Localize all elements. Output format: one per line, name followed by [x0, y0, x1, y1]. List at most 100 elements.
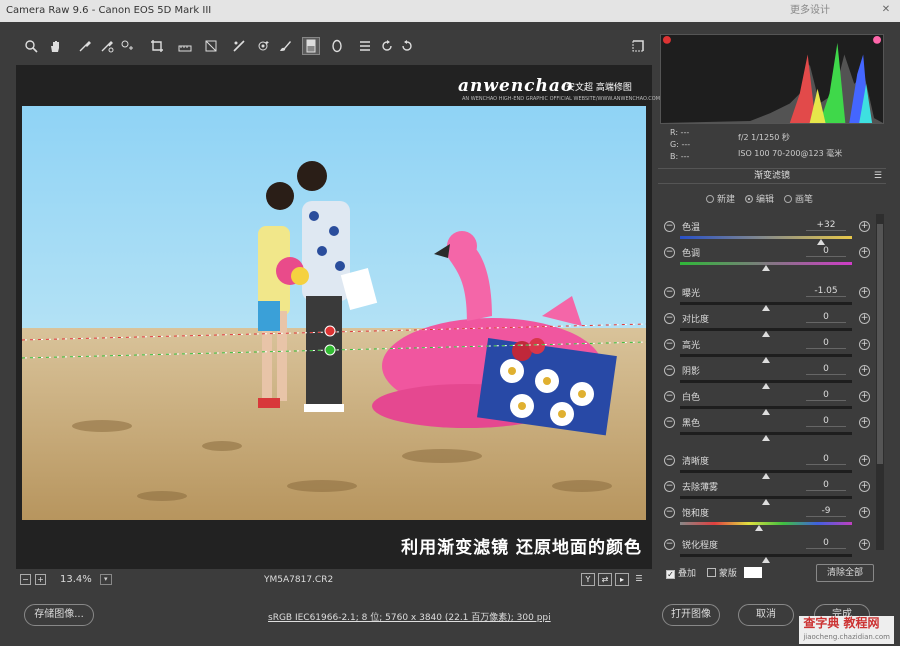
- mask-color-swatch[interactable]: [743, 567, 762, 578]
- slider-11: − 饱和度 -9 +: [658, 504, 876, 531]
- decrease-icon[interactable]: −: [664, 455, 675, 466]
- rotate-cw-icon[interactable]: [398, 37, 416, 55]
- slider-10: − 去除薄雾 0 +: [658, 478, 876, 505]
- increase-icon[interactable]: +: [859, 507, 870, 518]
- slider-thumb[interactable]: [762, 265, 770, 271]
- spot-removal-icon[interactable]: [230, 37, 248, 55]
- decrease-icon[interactable]: −: [664, 481, 675, 492]
- photo-preview[interactable]: [22, 106, 646, 520]
- mode-new[interactable]: 新建: [706, 192, 735, 205]
- hand-icon[interactable]: [46, 37, 64, 55]
- slider-4: − 对比度 0 +: [658, 310, 876, 337]
- increase-icon[interactable]: +: [859, 339, 870, 350]
- slider-5: − 高光 0 +: [658, 336, 876, 363]
- slider-label: 高光: [682, 341, 701, 351]
- decrease-icon[interactable]: −: [664, 339, 675, 350]
- slider-value[interactable]: 0: [806, 538, 846, 549]
- color-sampler-icon[interactable]: [98, 37, 116, 55]
- open-image-button[interactable]: 打开图像: [662, 604, 720, 626]
- slider-value[interactable]: -1.05: [806, 286, 846, 297]
- panel-scrollbar[interactable]: [876, 214, 884, 550]
- overlay-checkbox[interactable]: ✓ 叠加: [666, 569, 696, 579]
- decrease-icon[interactable]: −: [664, 391, 675, 402]
- toolbar: [18, 34, 650, 62]
- slider-panel: − 色温 +32 + − 色调 0 + − 曝光 -1.05 + − 对比度 0 + − 高光 0 + − 阴影 0 + − 白色…: [658, 210, 886, 563]
- save-image-button[interactable]: 存储图像...: [24, 604, 94, 626]
- slider-8: − 黑色 0 +: [658, 414, 876, 441]
- redeye-icon[interactable]: [254, 37, 272, 55]
- slider-thumb[interactable]: [762, 557, 770, 563]
- slider-thumb[interactable]: [755, 525, 764, 531]
- slider-value[interactable]: 0: [806, 416, 846, 427]
- slider-label: 锐化程度: [682, 541, 719, 551]
- decrease-icon[interactable]: −: [664, 313, 675, 324]
- increase-icon[interactable]: +: [859, 481, 870, 492]
- slider-value[interactable]: 0: [806, 364, 846, 375]
- slider-value[interactable]: 0: [806, 480, 846, 491]
- brush-icon[interactable]: [276, 37, 294, 55]
- transform-icon[interactable]: [202, 37, 220, 55]
- preferences-icon[interactable]: ☰: [632, 573, 646, 586]
- decrease-icon[interactable]: −: [664, 247, 675, 258]
- target-adjust-icon[interactable]: [118, 37, 136, 55]
- list-icon[interactable]: [356, 37, 374, 55]
- watermark-main: 查字典 教程网: [803, 616, 880, 630]
- decrease-icon[interactable]: −: [664, 221, 675, 232]
- exif-info: R: --- G: --- B: --- f/2 1/1250 秒 ISO 10…: [668, 128, 884, 164]
- crop-icon[interactable]: [148, 37, 166, 55]
- workflow-options-link[interactable]: sRGB IEC61966-2.1; 8 位; 5760 x 3840 (22.…: [268, 610, 551, 623]
- slider-thumb[interactable]: [762, 435, 770, 441]
- decrease-icon[interactable]: −: [664, 287, 675, 298]
- slider-track[interactable]: [680, 236, 852, 239]
- decrease-icon[interactable]: −: [664, 417, 675, 428]
- increase-icon[interactable]: +: [859, 365, 870, 376]
- slider-track[interactable]: [680, 522, 852, 525]
- slider-9: − 清晰度 0 +: [658, 452, 876, 479]
- radial-filter-icon[interactable]: [328, 37, 346, 55]
- increase-icon[interactable]: +: [859, 539, 870, 550]
- panel-menu-icon[interactable]: ☰: [874, 169, 882, 184]
- swap-view-icon[interactable]: ⇄: [598, 573, 612, 586]
- graduated-filter-icon[interactable]: [302, 37, 320, 55]
- mode-edit[interactable]: 编辑: [745, 192, 774, 205]
- slider-value[interactable]: -9: [806, 506, 846, 517]
- fullscreen-icon[interactable]: [630, 38, 646, 54]
- slider-value[interactable]: 0: [806, 390, 846, 401]
- window-title: Camera Raw 9.6 - Canon EOS 5D Mark III: [6, 5, 212, 16]
- watermark-url: jiaocheng.chazidian.com: [803, 633, 890, 641]
- slider-value[interactable]: +32: [806, 220, 846, 231]
- increase-icon[interactable]: +: [859, 455, 870, 466]
- close-icon[interactable]: ✕: [878, 3, 894, 17]
- increase-icon[interactable]: +: [859, 417, 870, 428]
- slider-value[interactable]: 0: [806, 312, 846, 323]
- slider-value[interactable]: 0: [806, 246, 846, 257]
- panel-header: 渐变滤镜 ☰: [658, 168, 886, 184]
- before-after-button[interactable]: Y: [581, 573, 595, 586]
- decrease-icon[interactable]: −: [664, 539, 675, 550]
- decrease-icon[interactable]: −: [664, 365, 675, 376]
- straighten-icon[interactable]: [176, 37, 194, 55]
- cancel-button[interactable]: 取消: [738, 604, 794, 626]
- clear-all-button[interactable]: 清除全部: [816, 564, 874, 582]
- slider-value[interactable]: 0: [806, 338, 846, 349]
- white-balance-icon[interactable]: [76, 37, 94, 55]
- brand-cn: 安文超 高端修图: [566, 83, 632, 93]
- mask-checkbox[interactable]: 蒙版: [706, 568, 737, 579]
- panel-title: 渐变滤镜: [753, 171, 790, 181]
- copy-settings-icon[interactable]: ▸: [615, 573, 629, 586]
- increase-icon[interactable]: +: [859, 313, 870, 324]
- zoom-dropdown[interactable]: ▾: [99, 574, 112, 585]
- increase-icon[interactable]: +: [859, 287, 870, 298]
- rgb-r: R: ---: [670, 128, 690, 137]
- zoom-out-button[interactable]: −: [20, 574, 31, 585]
- rotate-ccw-icon[interactable]: [378, 37, 396, 55]
- increase-icon[interactable]: +: [859, 247, 870, 258]
- slider-7: − 白色 0 +: [658, 388, 876, 415]
- increase-icon[interactable]: +: [859, 391, 870, 402]
- mode-brush[interactable]: 画笔: [784, 192, 813, 205]
- zoom-in-button[interactable]: +: [35, 574, 46, 585]
- decrease-icon[interactable]: −: [664, 507, 675, 518]
- zoom-icon[interactable]: [22, 37, 40, 55]
- slider-value[interactable]: 0: [806, 454, 846, 465]
- increase-icon[interactable]: +: [859, 221, 870, 232]
